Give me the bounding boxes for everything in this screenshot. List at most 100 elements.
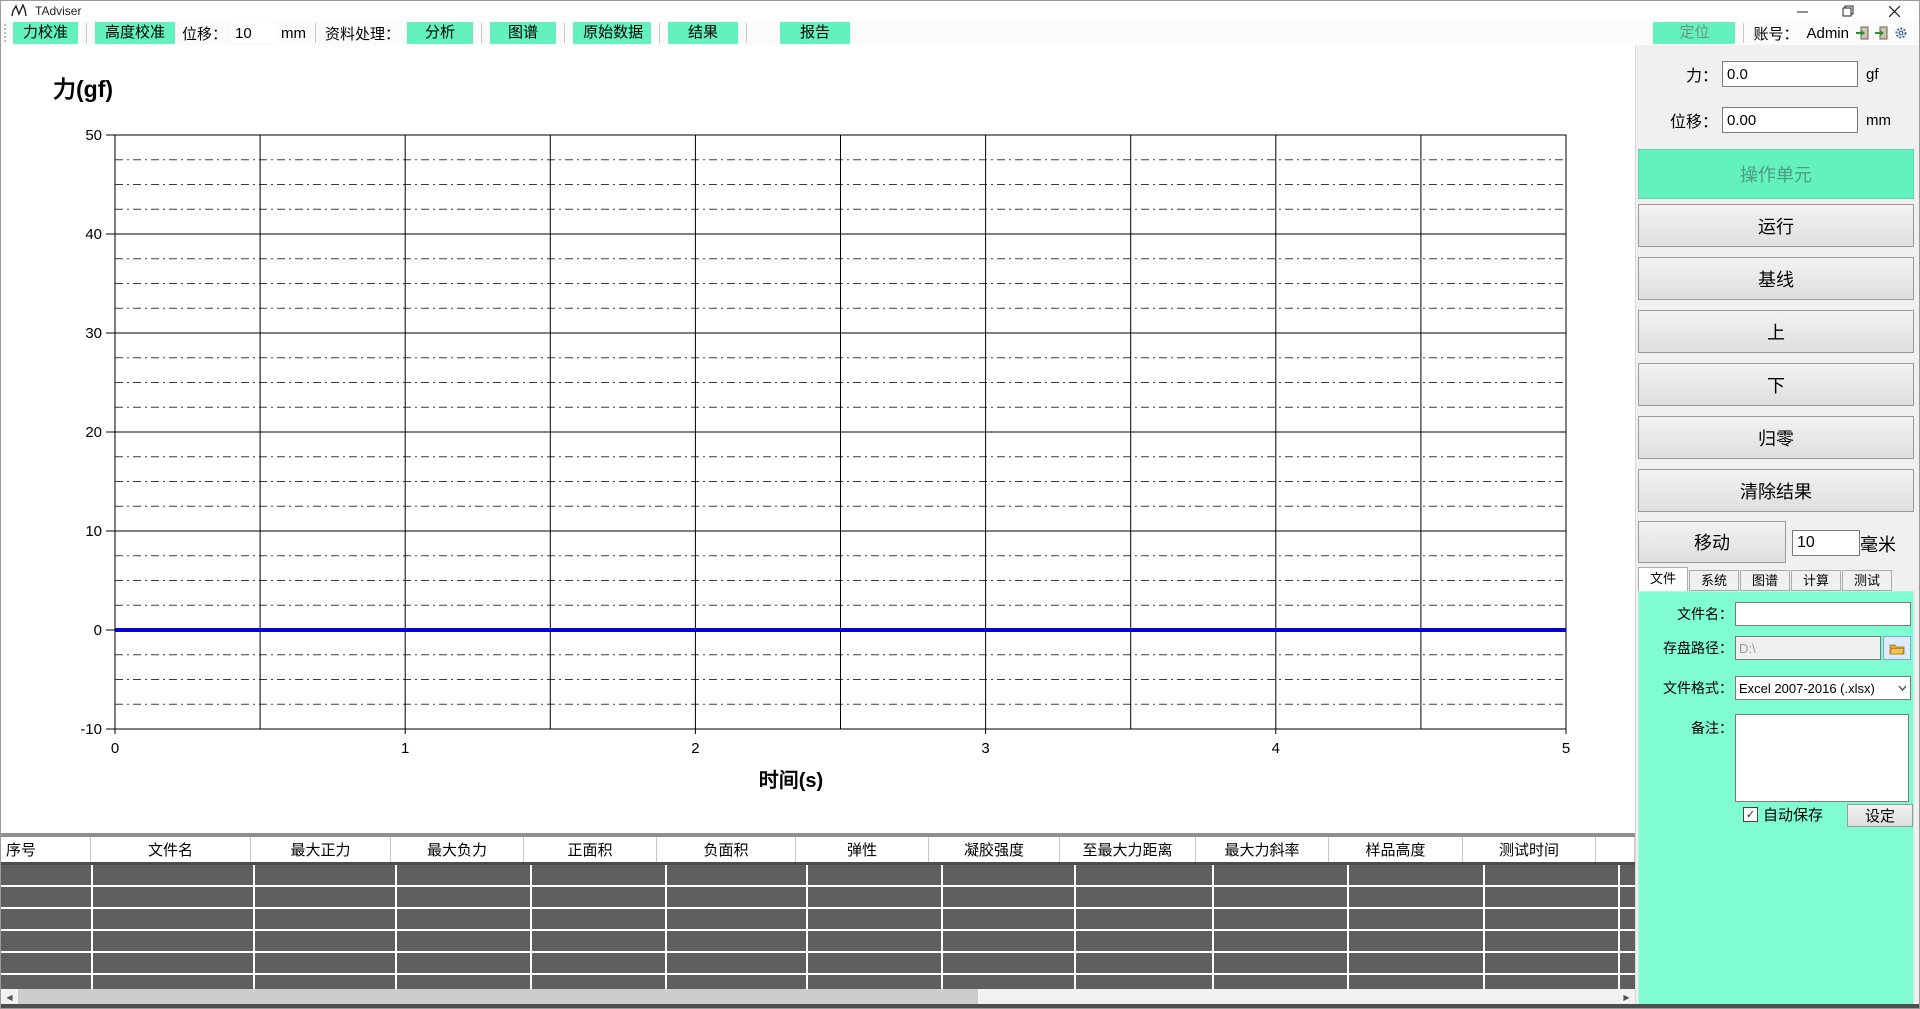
svg-text:5: 5 (1562, 740, 1570, 757)
table-row[interactable] (1, 887, 1635, 907)
table-row[interactable] (1, 931, 1635, 951)
table-cell (667, 865, 806, 885)
svg-text:30: 30 (85, 325, 102, 342)
table-cell (255, 865, 395, 885)
set-button[interactable]: 设定 (1847, 804, 1913, 827)
filename-input[interactable] (1735, 602, 1911, 626)
down-button[interactable]: 下 (1638, 363, 1914, 406)
result-button[interactable]: 结果 (668, 22, 738, 44)
settings-gear-icon[interactable] (1894, 26, 1908, 40)
move-distance-input[interactable] (1792, 530, 1860, 556)
toolbar-separator (1743, 23, 1744, 43)
displacement-input[interactable] (231, 23, 277, 43)
force-time-chart: 50403020100-10012345力(gf)时间(s) (1, 45, 1635, 833)
header-cell (1596, 837, 1635, 862)
remark-textarea[interactable] (1735, 714, 1909, 802)
svg-text:-10: -10 (80, 721, 102, 738)
autosave-checkbox[interactable]: ✓ (1743, 807, 1758, 822)
tab-spectrum[interactable]: 图谱 (1740, 570, 1790, 591)
file-format-label: 文件格式： (1639, 678, 1733, 698)
table-cell (667, 931, 806, 951)
clear-results-button[interactable]: 清除结果 (1638, 469, 1914, 512)
minimize-button[interactable] (1779, 1, 1825, 21)
up-button[interactable]: 上 (1638, 310, 1914, 353)
table-row[interactable] (1, 865, 1635, 885)
data-processing-label: 资料处理： (325, 23, 400, 44)
browse-folder-button[interactable] (1883, 636, 1911, 660)
table-cell (1349, 909, 1483, 929)
header-cell: 样品高度 (1329, 837, 1463, 862)
table-cell (1485, 865, 1618, 885)
logout-icon[interactable] (1875, 26, 1888, 40)
restore-button[interactable] (1825, 1, 1871, 21)
table-row[interactable] (1, 953, 1635, 973)
table-cell (532, 953, 665, 973)
svg-text:0: 0 (94, 622, 102, 639)
baseline-button[interactable]: 基线 (1638, 257, 1914, 300)
toolbar-gripper[interactable] (3, 24, 7, 42)
svg-text:2: 2 (691, 740, 699, 757)
svg-text:4: 4 (1272, 740, 1280, 757)
svg-text:0: 0 (111, 740, 119, 757)
height-calibration-button[interactable]: 高度校准 (95, 22, 175, 44)
table-cell (1620, 931, 1635, 951)
table-cell (93, 865, 253, 885)
force-readout-input[interactable] (1722, 61, 1858, 87)
table-cell (255, 887, 395, 907)
login-icon[interactable] (1856, 26, 1869, 40)
table-cell (532, 887, 665, 907)
toolbar-separator (481, 23, 482, 43)
title-bar: TAdviser (1, 1, 1919, 21)
table-cell (93, 931, 253, 951)
table-cell (1485, 931, 1618, 951)
application-window: TAdviser 力校准 高度校准 位移： mm 资料处理： 分析 图谱 原始数… (0, 0, 1920, 1009)
table-cell (1349, 865, 1483, 885)
table-cell (532, 909, 665, 929)
tab-system[interactable]: 系统 (1689, 570, 1739, 591)
run-button[interactable]: 运行 (1638, 204, 1914, 247)
table-cell (532, 931, 665, 951)
move-unit-label: 毫米 (1860, 531, 1896, 557)
control-panel: 力： gf 位移： mm 操作单元 运行 基线 上 下 归零 清除结果 移动 毫… (1635, 45, 1920, 1006)
svg-text:3: 3 (981, 740, 989, 757)
table-cell (1, 931, 91, 951)
table-cell (808, 887, 941, 907)
displacement-readout-unit: mm (1866, 112, 1891, 129)
table-cell (1076, 953, 1212, 973)
tab-file[interactable]: 文件 (1638, 567, 1688, 591)
file-format-select[interactable]: Excel 2007-2016 (.xlsx) (1735, 676, 1911, 700)
toolbar-separator (564, 23, 565, 43)
table-cell (1, 865, 91, 885)
tab-calculate[interactable]: 计算 (1791, 570, 1841, 591)
force-calibration-button[interactable]: 力校准 (13, 22, 78, 44)
toolbar-separator (86, 23, 87, 43)
raw-data-button[interactable]: 原始数据 (573, 22, 651, 44)
table-cell (1214, 887, 1347, 907)
svg-text:力(gf): 力(gf) (53, 76, 113, 102)
force-readout-label: 力： (1636, 62, 1718, 86)
window-bottom-edge (1, 1004, 1919, 1008)
toolbar-separator (315, 23, 316, 43)
panel-tab-strip: 文件 系统 图谱 计算 测试 (1638, 567, 1893, 591)
svg-text:20: 20 (85, 424, 102, 441)
displacement-readout-input[interactable] (1722, 107, 1858, 133)
zero-button[interactable]: 归零 (1638, 416, 1914, 459)
tab-test[interactable]: 测试 (1842, 570, 1892, 591)
save-path-input[interactable] (1735, 636, 1881, 660)
header-cell: 凝胶强度 (929, 837, 1060, 862)
save-path-label: 存盘路径： (1639, 638, 1733, 658)
table-cell (93, 887, 253, 907)
displacement-label: 位移： (182, 23, 227, 44)
close-button[interactable] (1871, 1, 1917, 21)
operate-unit-button[interactable]: 操作单元 (1638, 149, 1914, 199)
table-cell (397, 931, 530, 951)
move-button[interactable]: 移动 (1638, 521, 1786, 563)
filename-label: 文件名： (1639, 604, 1733, 624)
analysis-button[interactable]: 分析 (407, 22, 473, 44)
spectrum-button[interactable]: 图谱 (490, 22, 556, 44)
report-button[interactable]: 报告 (780, 22, 850, 44)
table-row[interactable] (1, 909, 1635, 929)
results-table: 序号文件名最大正力最大负力正面积负面积弹性凝胶强度至最大力距离最大力斜率样品高度… (1, 833, 1635, 997)
header-cell: 最大正力 (251, 837, 391, 862)
locate-button[interactable]: 定位 (1653, 22, 1735, 44)
